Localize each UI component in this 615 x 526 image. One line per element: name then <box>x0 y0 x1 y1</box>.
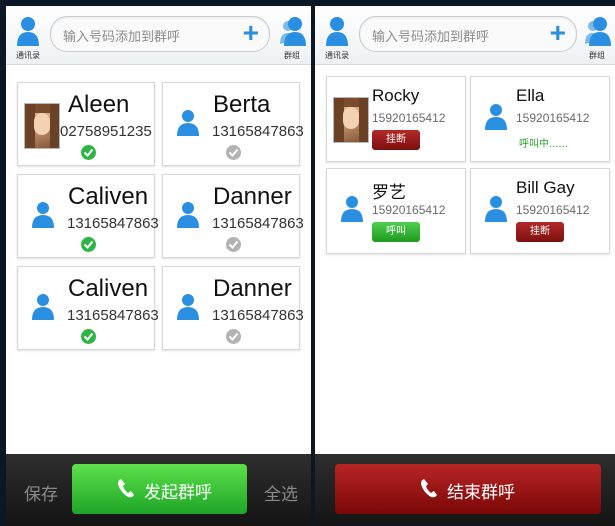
contacts-button[interactable]: 通讯录 <box>317 14 357 60</box>
group-icon <box>585 17 611 46</box>
unselected-check-icon[interactable] <box>226 237 241 252</box>
person-icon <box>32 294 54 320</box>
contacts-button[interactable]: 通讯录 <box>8 14 48 60</box>
contact-card[interactable]: Danner 13165847863 <box>162 174 304 258</box>
contact-name: 罗艺 <box>372 183 406 202</box>
selected-check-icon[interactable] <box>81 237 96 252</box>
contacts-label: 通讯录 <box>16 51 40 60</box>
end-group-call-button[interactable]: 结束群呼 <box>335 464 601 514</box>
contact-card[interactable]: Berta 13165847863 <box>162 82 304 166</box>
unselected-check-icon[interactable] <box>226 145 241 160</box>
start-group-call-label: 发起群呼 <box>144 483 212 503</box>
contact-card[interactable]: Bill Gay 15920165412 挂断 <box>470 168 610 254</box>
contact-card[interactable]: Caliven 13165847863 <box>17 174 159 258</box>
contact-photo <box>24 103 60 149</box>
person-icon <box>32 202 54 228</box>
contact-card[interactable]: Ella 15920165412 呼叫中...... <box>470 76 610 162</box>
group-label: 群组 <box>284 51 300 60</box>
selected-check-icon[interactable] <box>81 329 96 344</box>
contact-phone: 15920165412 <box>516 111 590 125</box>
contact-card[interactable]: Rocky 15920165412 挂断 <box>326 76 466 162</box>
person-icon <box>341 196 363 222</box>
contacts-icon <box>17 17 39 46</box>
selected-check-icon[interactable] <box>81 145 96 160</box>
group-call-setup-screen: 通讯录 输入号码添加到群呼 + 群组 Aleen 02758951235 Ber… <box>6 6 311 526</box>
bottom-bar: 结束群呼 <box>315 454 615 526</box>
contact-name: Caliven <box>68 275 149 302</box>
contact-card[interactable]: Caliven 13165847863 <box>17 266 159 350</box>
unselected-check-icon[interactable] <box>226 329 241 344</box>
person-icon <box>485 196 507 222</box>
group-label: 群组 <box>589 51 605 60</box>
top-bar: 通讯录 输入号码添加到群呼 + 群组 <box>315 6 615 65</box>
contact-name: Ella <box>516 86 545 105</box>
contact-phone: 15920165412 <box>372 111 446 125</box>
search-input[interactable]: 输入号码添加到群呼 + <box>359 16 577 52</box>
save-button[interactable]: 保存 <box>24 480 58 505</box>
person-icon <box>485 104 507 130</box>
search-placeholder: 输入号码添加到群呼 <box>63 30 181 45</box>
contact-name: Danner <box>213 275 292 302</box>
phone-icon <box>421 479 437 498</box>
hang-up-button[interactable]: 挂断 <box>516 222 564 242</box>
group-icon <box>280 17 306 46</box>
add-number-button[interactable]: + <box>550 18 566 48</box>
contacts-label: 通讯录 <box>325 51 349 60</box>
contact-phone: 13165847863 <box>67 307 159 324</box>
contact-phone: 15920165412 <box>516 203 590 217</box>
contact-card[interactable]: 罗艺 15920165412 呼叫 <box>326 168 466 254</box>
select-all-button[interactable]: 全选 <box>264 480 298 505</box>
top-bar: 通讯录 输入号码添加到群呼 + 群组 <box>6 6 311 65</box>
calling-status: 呼叫中...... <box>519 139 569 150</box>
contact-name: Aleen <box>68 91 130 118</box>
group-button[interactable]: 群组 <box>272 14 311 60</box>
contact-phone: 02758951235 <box>60 123 152 140</box>
contact-name: Caliven <box>68 183 149 210</box>
search-placeholder: 输入号码添加到群呼 <box>372 30 490 45</box>
bottom-bar: 保存 发起群呼 全选 <box>6 454 311 526</box>
contact-phone: 13165847863 <box>67 215 159 232</box>
group-call-active-screen: 通讯录 输入号码添加到群呼 + 群组 Rocky 15920165412 挂断 <box>315 6 615 526</box>
hang-up-button[interactable]: 挂断 <box>372 130 420 150</box>
contact-name: Rocky <box>372 86 420 105</box>
contact-card[interactable]: Danner 13165847863 <box>162 266 304 350</box>
person-icon <box>177 294 199 320</box>
contact-phone: 15920165412 <box>372 203 446 217</box>
contact-name: Danner <box>213 183 292 210</box>
call-button[interactable]: 呼叫 <box>372 222 420 242</box>
contact-photo <box>333 97 369 143</box>
contact-phone: 13165847863 <box>212 215 304 232</box>
search-input[interactable]: 输入号码添加到群呼 + <box>50 16 270 52</box>
contact-card[interactable]: Aleen 02758951235 <box>17 82 155 166</box>
contact-name: Bill Gay <box>516 178 575 197</box>
contact-name: Berta <box>213 91 271 118</box>
person-icon <box>177 110 199 136</box>
start-group-call-button[interactable]: 发起群呼 <box>72 464 247 514</box>
contact-phone: 13165847863 <box>212 123 304 140</box>
phone-icon <box>118 479 134 498</box>
contact-phone: 13165847863 <box>212 307 304 324</box>
group-button[interactable]: 群组 <box>577 14 615 60</box>
end-group-call-label: 结束群呼 <box>447 483 515 503</box>
person-icon <box>177 202 199 228</box>
add-number-button[interactable]: + <box>243 18 259 48</box>
contacts-icon <box>326 17 348 46</box>
